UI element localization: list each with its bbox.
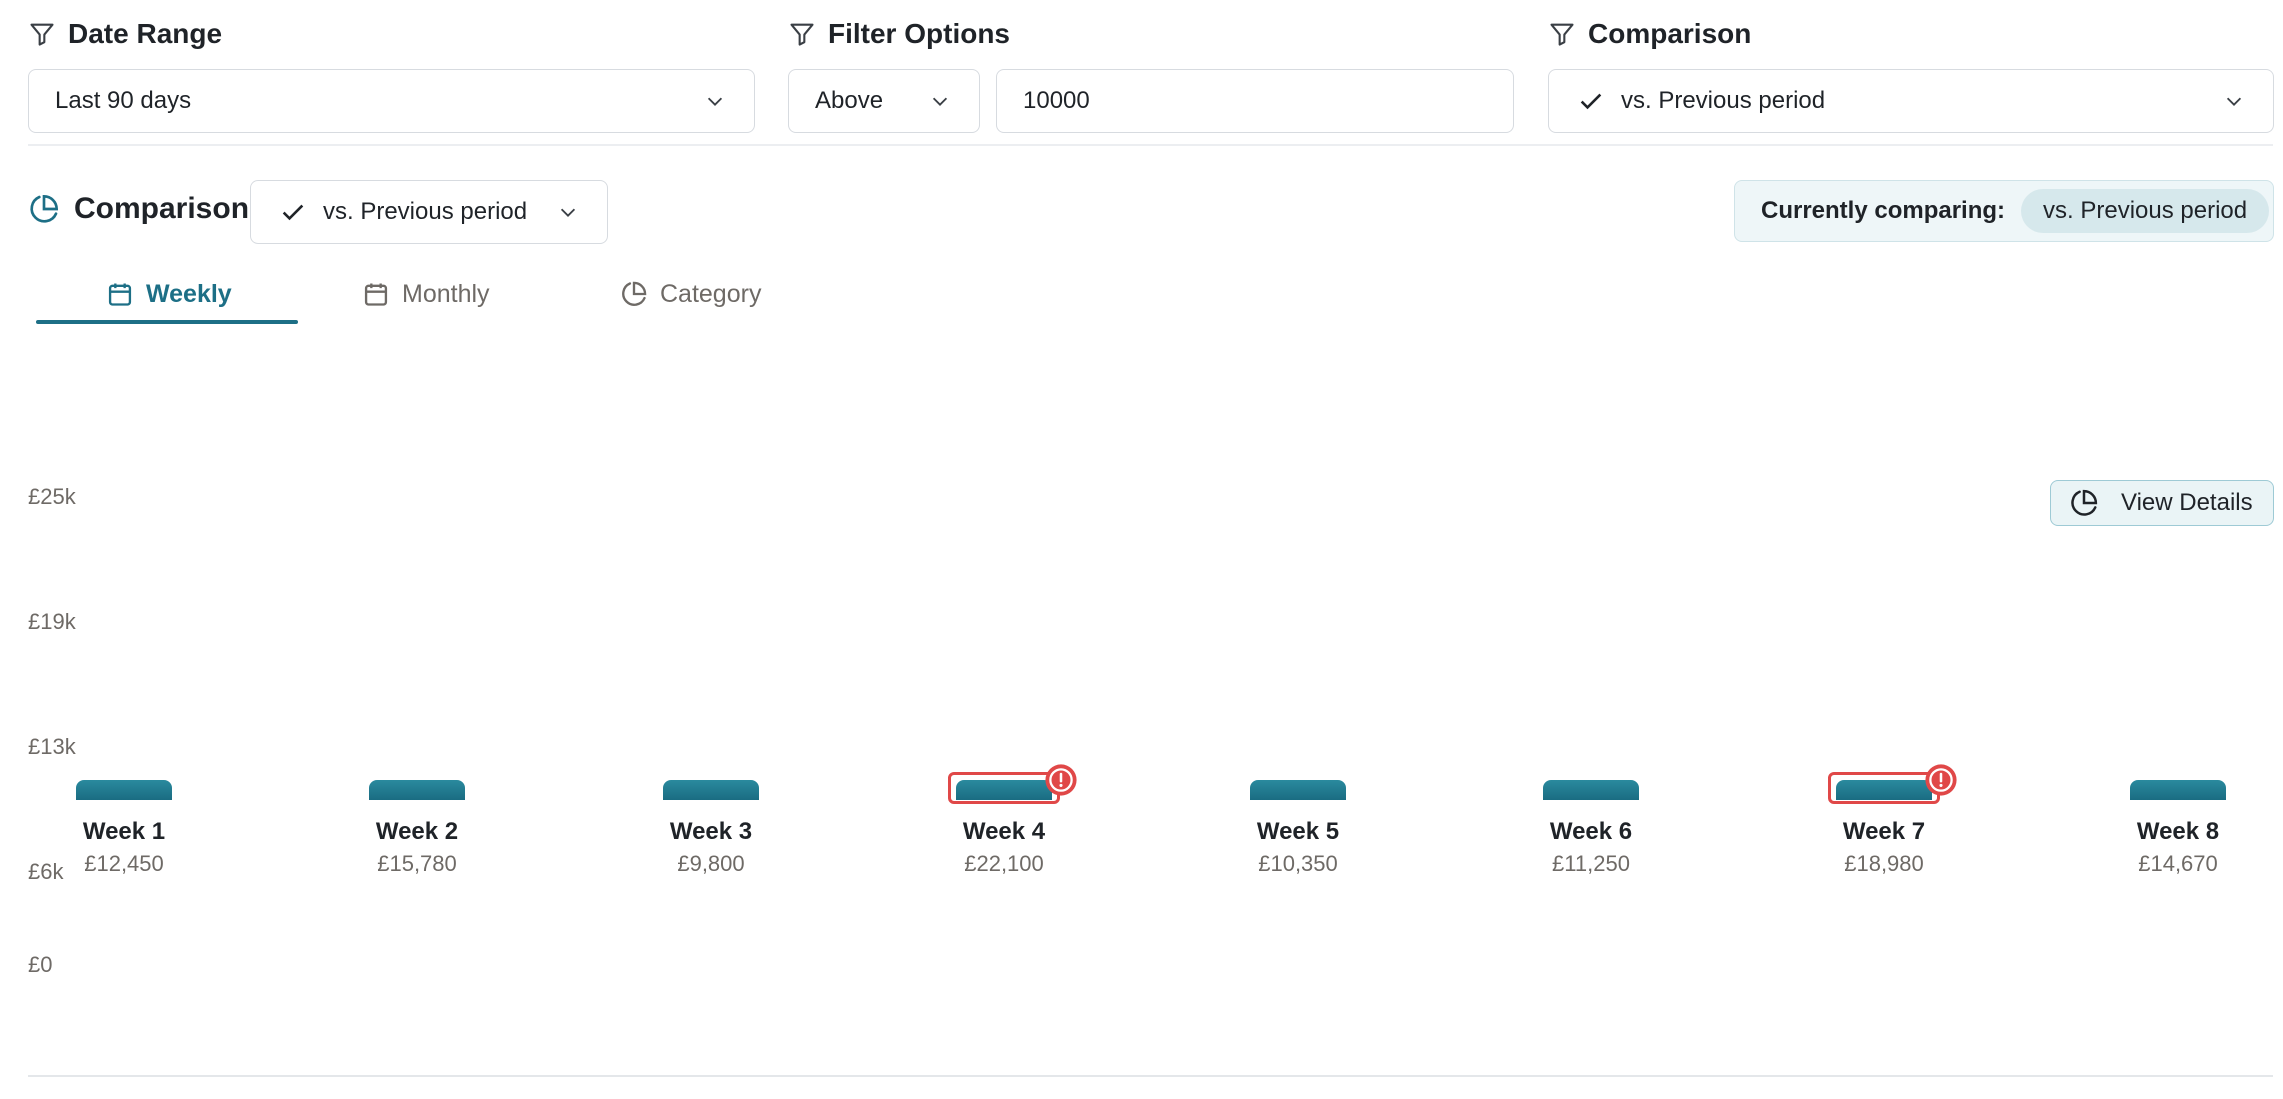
active-tab-indicator	[36, 320, 298, 324]
check-icon	[1580, 93, 1602, 110]
date-range-filter: Date Range	[28, 14, 222, 54]
comparison-filter: Comparison	[1548, 14, 1751, 54]
bar-category-label: Week 8	[2136, 818, 2220, 845]
filter-icon	[1550, 23, 1574, 46]
bar-value-label: £10,350	[1258, 851, 1338, 876]
calendar-icon	[108, 283, 132, 306]
pie-chart-icon	[30, 194, 59, 223]
comparison-filter-value: vs. Previous period	[1621, 87, 1826, 114]
comparison-filter-title: Comparison	[1588, 18, 1752, 49]
bar[interactable]	[369, 780, 465, 800]
tab-category[interactable]: Category	[620, 264, 761, 324]
bar-category-label: Week 4	[962, 818, 1046, 845]
chevron-down-icon	[2226, 97, 2242, 106]
view-details-label: View Details	[2121, 489, 2253, 516]
date-range-title: Date Range	[68, 18, 223, 49]
tab-weekly-label: Weekly	[146, 279, 232, 308]
currently-comparing-label: Currently comparing:	[1761, 197, 2006, 224]
y-tick-label: £13k	[28, 734, 76, 759]
bar-value-label: £11,250	[1552, 851, 1630, 876]
pie-chart-icon	[2071, 489, 2098, 516]
tab-monthly[interactable]: Monthly	[362, 264, 490, 324]
bar-value-label: £9,800	[677, 851, 745, 876]
view-details-button[interactable]: View Details	[2050, 480, 2274, 526]
chevron-down-icon	[560, 208, 576, 217]
operator-value: Above	[815, 87, 884, 114]
bar[interactable]	[76, 780, 172, 800]
date-range-select[interactable]: Last 90 days	[28, 69, 755, 133]
bar-category-label: Week 5	[1256, 818, 1340, 845]
bar[interactable]	[2130, 780, 2226, 800]
bar-category-label: Week 6	[1549, 818, 1633, 845]
chevron-down-icon	[707, 97, 723, 106]
bar-category-label: Week 1	[82, 818, 166, 845]
tab-monthly-label: Monthly	[402, 279, 490, 308]
comparison-section-heading: Comparison	[28, 192, 249, 226]
calendar-icon	[364, 283, 388, 306]
chevron-down-icon	[932, 97, 948, 106]
filter-icon	[790, 23, 814, 46]
tab-category-label: Category	[660, 279, 762, 308]
currently-comparing-badge: vs. Previous period	[2021, 189, 2270, 233]
pie-chart-icon	[622, 281, 647, 306]
threshold-input[interactable]: 10000	[996, 69, 1514, 133]
operator-select[interactable]: Above	[788, 69, 980, 133]
date-range-value: Last 90 days	[55, 87, 192, 114]
filter-options-title: Filter Options	[828, 18, 1010, 49]
threshold-value: 10000	[1023, 87, 1090, 114]
alert-icon[interactable]	[1924, 763, 1958, 797]
y-tick-label: £25k	[28, 484, 76, 509]
y-tick-label: £0	[28, 952, 53, 977]
comparison-select[interactable]: vs. Previous period	[250, 180, 608, 244]
currently-comparing-banner: Currently comparing: vs. Previous period	[1734, 180, 2274, 242]
bar-category-label: Week 2	[375, 818, 459, 845]
bar-value-label: £12,450	[84, 851, 164, 876]
comparison-select-value: vs. Previous period	[323, 198, 528, 225]
bar-value-label: £18,980	[1844, 851, 1924, 876]
comparison-filter-select[interactable]: vs. Previous period	[1548, 69, 2274, 133]
check-icon	[282, 204, 304, 221]
bar[interactable]	[1250, 780, 1346, 800]
comparison-section-title: Comparison	[74, 192, 250, 225]
tab-weekly[interactable]: Weekly	[106, 264, 232, 324]
bar[interactable]	[1543, 780, 1639, 800]
bar-category-label: Week 3	[669, 818, 753, 845]
y-tick-label: £19k	[28, 609, 76, 634]
bar-category-label: Week 7	[1842, 818, 1926, 845]
chart-baseline	[28, 1075, 2273, 1077]
filter-options-filter: Filter Options	[788, 14, 1010, 54]
alert-icon[interactable]	[1044, 763, 1078, 797]
bar-value-label: £15,780	[377, 851, 457, 876]
bar-value-label: £14,670	[2138, 851, 2218, 876]
bar[interactable]	[663, 780, 759, 800]
filter-icon	[30, 23, 54, 46]
bar-value-label: £22,100	[964, 851, 1044, 876]
section-divider	[28, 144, 2273, 146]
